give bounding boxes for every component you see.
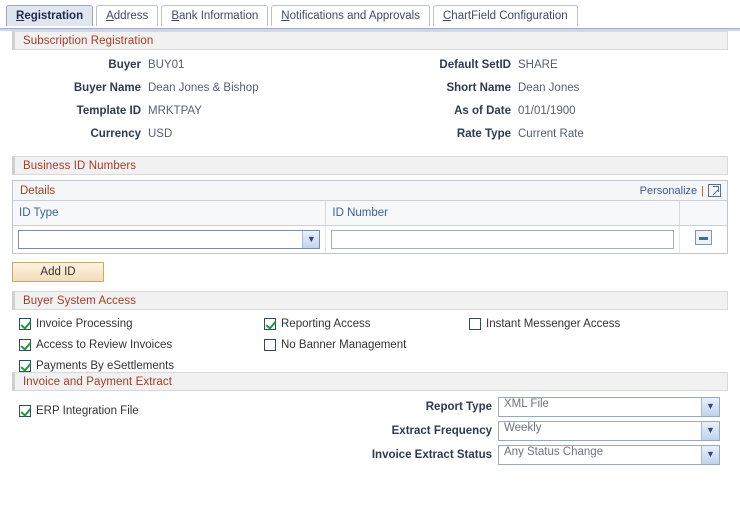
tab-bar: Registration Address Bank Information Notif… — [0, 0, 740, 31]
extract-fields: Report Type XML File ▼ Extract Frequency… — [352, 395, 720, 467]
chevron-down-icon: ▼ — [701, 445, 719, 464]
tab-notifications-and-approvals[interactable]: Notifications and Approvals — [271, 5, 430, 26]
field-currency-label: Currency — [90, 128, 142, 140]
field-default-setid: Default SetID SHARE — [370, 59, 740, 82]
field-template-id-label: Template ID — [76, 105, 141, 117]
checkbox-access-to-review-invoices-label: Access to Review Invoices — [36, 338, 173, 351]
section-header-invoice-and-payment-extract: Invoice and Payment Extract — [12, 371, 728, 391]
id-type-select[interactable]: ▼ — [18, 229, 321, 249]
field-rate-type-label: Rate Type — [456, 128, 511, 140]
checkbox-no-banner-management-label: No Banner Management — [281, 338, 407, 351]
checkbox-invoice-processing-box[interactable] — [19, 317, 31, 330]
checkbox-reporting-access-box[interactable] — [264, 317, 276, 330]
id-type-select-value — [19, 229, 43, 243]
field-buyer-name-label: Buyer Name — [73, 82, 141, 94]
checkbox-invoice-processing[interactable]: Invoice Processing — [19, 317, 133, 330]
extract-frequency-select-value: Weekly — [504, 421, 542, 434]
cell-id-type: ▼ — [13, 225, 327, 253]
field-as-of-date: As of Date 01/01/1900 — [370, 105, 740, 128]
cell-id-number — [325, 225, 681, 253]
field-buyer-name-value: Dean Jones & Bishop — [148, 82, 259, 94]
subscription-right-column: Default SetID SHARE Short Name Dean Jone… — [370, 59, 740, 151]
chevron-down-icon: ▼ — [302, 230, 320, 248]
field-extract-frequency: Extract Frequency Weekly ▼ — [352, 419, 720, 443]
tab-chartfield-configuration[interactable]: ChartField Configuration — [432, 5, 578, 26]
table-header-row: ID Type ID Number — [13, 201, 727, 226]
subscription-left-column: Buyer BUY01 Buyer Name Dean Jones & Bish… — [0, 59, 370, 151]
id-number-input[interactable] — [331, 229, 675, 249]
field-default-setid-value: SHARE — [518, 59, 558, 71]
buyer-system-access-checkboxes: Invoice Processing Access to Review Invo… — [0, 310, 740, 372]
checkbox-instant-messenger-access-box[interactable] — [469, 317, 481, 330]
section-header-buyer-system-access: Buyer System Access — [12, 290, 728, 310]
checkbox-access-to-review-invoices-box[interactable] — [19, 338, 31, 351]
column-header-id-type: ID Type — [13, 201, 327, 226]
tab-registration[interactable]: Registration — [6, 5, 94, 26]
personalize-link[interactable]: Personalize — [640, 185, 697, 197]
checkbox-access-to-review-invoices[interactable]: Access to Review Invoices — [19, 338, 173, 351]
extract-frequency-select[interactable]: Weekly ▼ — [498, 420, 720, 441]
checkbox-erp-integration-file-label: ERP Integration File — [36, 404, 139, 417]
field-buyer-label: Buyer — [108, 59, 141, 71]
subscription-fields: Buyer BUY01 Buyer Name Dean Jones & Bish… — [0, 50, 740, 156]
field-short-name-value: Dean Jones — [518, 82, 580, 94]
invoice-extract-status-select[interactable]: Any Status Change ▼ — [498, 444, 720, 465]
section-header-subscription-registration: Subscription Registration — [12, 31, 728, 50]
checkbox-payments-by-esettlements-label: Payments By eSettlements — [36, 359, 175, 372]
field-rate-type-value: Current Rate — [518, 128, 584, 140]
field-rate-type: Rate Type Current Rate — [370, 128, 740, 151]
tab-address[interactable]: Address — [96, 5, 159, 26]
field-currency: Currency USD — [0, 128, 370, 151]
checkbox-instant-messenger-access[interactable]: Instant Messenger Access — [469, 317, 621, 330]
field-short-name: Short Name Dean Jones — [370, 82, 740, 105]
details-table: ID Type ID Number ▼ — [13, 201, 727, 253]
invoice-extract-status-select-value: Any Status Change — [504, 445, 604, 458]
checkbox-payments-by-esettlements[interactable]: Payments By eSettlements — [19, 359, 175, 372]
checkbox-reporting-access[interactable]: Reporting Access — [264, 317, 371, 330]
business-id-grid: Details Personalize | ID Type ID Number … — [12, 180, 728, 254]
column-header-id-number: ID Number — [325, 201, 681, 226]
field-buyer: Buyer BUY01 — [0, 59, 370, 82]
checkbox-no-banner-management[interactable]: No Banner Management — [264, 338, 407, 351]
invoice-and-payment-extract-body: ERP Integration File Report Type XML Fil… — [0, 391, 740, 469]
field-report-type-label: Report Type — [425, 400, 492, 413]
checkbox-invoice-processing-label: Invoice Processing — [36, 317, 133, 330]
section-header-business-id-numbers: Business ID Numbers — [12, 156, 728, 175]
grid-tools: Personalize | — [640, 184, 721, 197]
field-report-type: Report Type XML File ▼ — [352, 395, 720, 419]
checkbox-no-banner-management-box[interactable] — [264, 338, 276, 351]
field-short-name-label: Short Name — [446, 82, 511, 94]
checkbox-erp-integration-file[interactable]: ERP Integration File — [19, 404, 139, 417]
field-default-setid-label: Default SetID — [439, 59, 511, 71]
chevron-down-icon: ▼ — [701, 421, 719, 440]
field-template-id-value: MRKTPAY — [148, 105, 202, 117]
checkbox-reporting-access-label: Reporting Access — [281, 317, 371, 330]
tab-underline — [0, 28, 740, 31]
field-as-of-date-label: As of Date — [454, 105, 511, 117]
field-buyer-name: Buyer Name Dean Jones & Bishop — [0, 82, 370, 105]
checkbox-instant-messenger-access-label: Instant Messenger Access — [486, 317, 621, 330]
field-template-id: Template ID MRKTPAY — [0, 105, 370, 128]
grid-tools-separator: | — [701, 184, 704, 197]
cell-row-actions — [679, 225, 727, 253]
chevron-down-icon: ▼ — [701, 397, 719, 416]
add-id-button[interactable]: Add ID — [12, 261, 104, 282]
grid-title: Details — [20, 184, 56, 197]
field-buyer-value: BUY01 — [148, 59, 185, 71]
grid-title-bar: Details Personalize | — [13, 181, 727, 201]
column-header-actions — [679, 201, 727, 226]
report-type-select-value: XML File — [504, 397, 549, 410]
field-invoice-extract-status-label: Invoice Extract Status — [371, 448, 492, 461]
expand-grid-icon[interactable] — [708, 184, 721, 197]
field-currency-value: USD — [148, 128, 173, 140]
report-type-select[interactable]: XML File ▼ — [498, 396, 720, 417]
checkbox-erp-integration-file-box[interactable] — [19, 404, 31, 417]
field-as-of-date-value: 01/01/1900 — [518, 105, 576, 117]
field-extract-frequency-label: Extract Frequency — [391, 424, 492, 437]
tab-bank-information[interactable]: Bank Information — [161, 5, 269, 26]
checkbox-payments-by-esettlements-box[interactable] — [19, 359, 31, 372]
table-row: ▼ — [13, 225, 727, 253]
delete-row-button[interactable] — [695, 230, 713, 245]
field-invoice-extract-status: Invoice Extract Status Any Status Change… — [352, 443, 720, 467]
